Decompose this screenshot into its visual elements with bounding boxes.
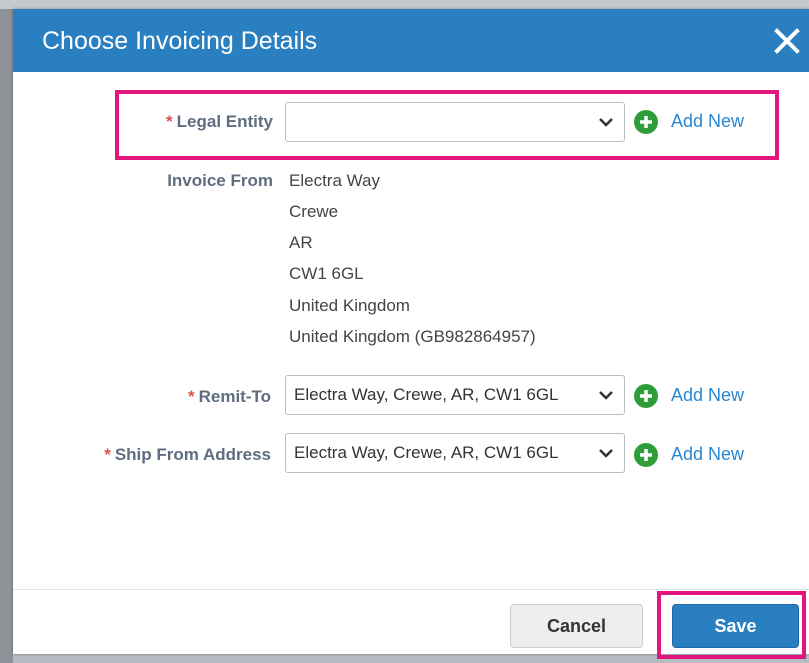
legal-entity-add-new-button[interactable]: Add New (634, 110, 764, 136)
chevron-down-icon (599, 391, 613, 400)
close-icon[interactable] (771, 25, 803, 57)
invoice-from-line: United Kingdom (289, 296, 410, 315)
chevron-down-icon (599, 449, 613, 458)
plus-circle-icon (634, 384, 658, 408)
ship-from-add-new-button[interactable]: Add New (634, 443, 764, 469)
add-new-link[interactable]: Add New (671, 385, 744, 406)
cancel-button[interactable]: Cancel (510, 604, 643, 648)
ship-from-select[interactable]: Electra Way, Crewe, AR, CW1 6GL (285, 433, 625, 473)
add-new-link[interactable]: Add New (671, 444, 744, 465)
plus-circle-icon (634, 443, 658, 467)
invoice-from-line: AR (289, 233, 313, 252)
dialog-title: Choose Invoicing Details (42, 27, 318, 55)
plus-circle-icon (634, 110, 658, 134)
remit-to-select[interactable]: Electra Way, Crewe, AR, CW1 6GL (285, 375, 625, 415)
invoice-from-line: United Kingdom (GB982864957) (289, 327, 536, 346)
required-marker: * (187, 387, 195, 406)
remit-to-label: * Remit-To (187, 387, 271, 406)
legal-entity-label: * Legal Entity (166, 112, 273, 131)
dialog-header: Choose Invoicing Details (13, 9, 809, 72)
required-marker: * (166, 112, 173, 131)
legal-entity-select[interactable] (285, 102, 625, 142)
ship-from-value: Electra Way, Crewe, AR, CW1 6GL (294, 443, 559, 462)
invoice-from-label: Invoice From (167, 171, 273, 190)
footer-divider (13, 589, 809, 590)
invoice-from-line: Electra Way (289, 171, 381, 190)
invoice-from-line: CW1 6GL (289, 264, 364, 283)
invoicing-details-dialog: Choose Invoicing Details * Legal Entity A… (13, 9, 809, 659)
add-new-link[interactable]: Add New (671, 111, 744, 132)
ship-from-label: * Ship From Address (104, 445, 271, 464)
invoice-from-line: Crewe (289, 202, 339, 221)
legal-entity-value (294, 103, 590, 141)
remit-to-value: Electra Way, Crewe, AR, CW1 6GL (294, 385, 559, 404)
chevron-down-icon (599, 118, 613, 127)
save-button[interactable]: Save (672, 604, 799, 648)
background-left-strip (0, 9, 13, 663)
required-marker: * (104, 445, 111, 464)
background-top-strip (0, 0, 809, 9)
remit-to-add-new-button[interactable]: Add New (634, 384, 764, 410)
